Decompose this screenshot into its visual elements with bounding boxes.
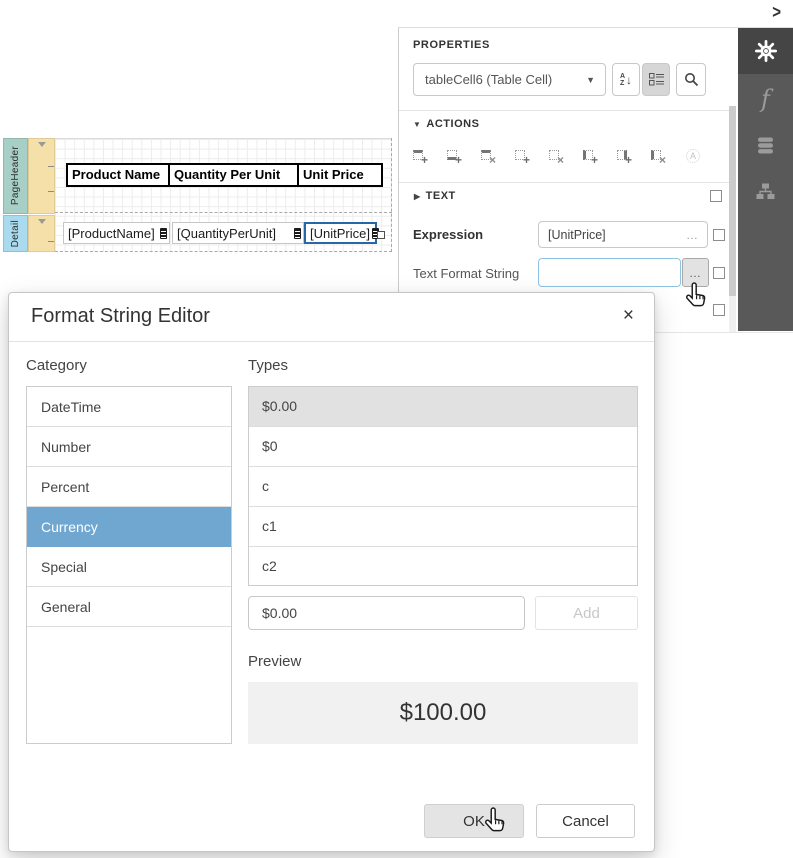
delete-column-icon[interactable] (650, 147, 666, 164)
tab-properties[interactable] (738, 28, 793, 74)
text-section-checkbox[interactable] (710, 190, 722, 202)
delete-row-icon[interactable] (480, 147, 496, 164)
scrollbar-thumb[interactable] (729, 106, 736, 296)
type-item[interactable]: $0 (249, 427, 637, 467)
category-view-icon (649, 73, 664, 86)
ellipsis-icon[interactable]: … (686, 228, 699, 242)
band-label: Detail (10, 220, 21, 247)
table-cell-productname[interactable]: [ProductName] (63, 222, 170, 244)
band-collapse-caret-icon[interactable] (38, 219, 46, 224)
table-actions-toolbar (412, 147, 700, 164)
dock-sidebar: f (738, 28, 793, 331)
tab-field-list[interactable] (738, 122, 793, 168)
property-checkbox[interactable] (713, 304, 725, 316)
category-item-special[interactable]: Special (27, 547, 231, 587)
close-icon[interactable]: × (623, 305, 634, 327)
table-cell-unitprice-selected[interactable]: [UnitPrice] (304, 222, 377, 244)
type-item-selected[interactable]: $0.00 (249, 387, 637, 427)
type-item[interactable]: c (249, 467, 637, 507)
preview-label: Preview (248, 653, 301, 670)
format-string-editor-dialog: Format String Editor × Category DateTime… (8, 292, 655, 852)
expression-label: Expression (413, 227, 483, 242)
table-cell-quantityperunit[interactable]: [QuantityPerUnit] (172, 222, 304, 244)
band-ruler-detail[interactable] (28, 215, 55, 252)
band-collapse-caret-icon[interactable] (38, 142, 46, 147)
delete-cell-icon[interactable] (548, 147, 564, 164)
search-icon (684, 72, 699, 87)
band-separator-dashed (55, 251, 392, 252)
function-icon: f (761, 85, 770, 113)
category-label: Category (26, 357, 87, 374)
control-selector-dropdown[interactable]: tableCell6 (Table Cell) ▼ (413, 63, 606, 96)
actions-section-header[interactable]: ▼ACTIONS (413, 118, 479, 130)
ok-button[interactable]: OK (424, 804, 524, 838)
insert-column-right-icon[interactable] (616, 147, 632, 164)
band-ruler-pageheader[interactable] (28, 138, 55, 214)
preview-value: $100.00 (248, 682, 638, 744)
expression-checkbox[interactable] (713, 229, 725, 241)
cancel-button[interactable]: Cancel (536, 804, 635, 838)
insert-row-above-icon[interactable] (412, 147, 428, 164)
text-section-header[interactable]: ▶TEXT (414, 190, 456, 202)
type-item[interactable]: c1 (249, 507, 637, 547)
panel-scrollbar[interactable] (729, 106, 736, 332)
chevron-down-icon: ▼ (586, 75, 595, 85)
types-list: $0.00 $0 c c1 c2 (248, 386, 638, 586)
insert-row-below-icon[interactable] (446, 147, 462, 164)
category-item-datetime[interactable]: DateTime (27, 387, 231, 427)
type-item[interactable]: c2 (249, 547, 637, 587)
format-string-label: Text Format String (413, 266, 519, 281)
category-item-number[interactable]: Number (27, 427, 231, 467)
panel-top-strip: > (398, 0, 793, 28)
data-field-icon (294, 228, 301, 239)
report-designer-screen: PageHeader Detail Product Name Quantity … (0, 0, 793, 858)
band-strip-pageheader[interactable]: PageHeader (3, 138, 28, 214)
band-strip-detail[interactable]: Detail (3, 215, 28, 252)
format-string-field[interactable] (538, 258, 681, 287)
category-view-button[interactable] (642, 63, 670, 96)
table-header-cell[interactable]: Quantity Per Unit (168, 163, 299, 187)
band-label: PageHeader (10, 146, 21, 205)
gear-icon (755, 40, 777, 62)
table-header-cell[interactable]: Product Name (66, 163, 170, 187)
category-item-general[interactable]: General (27, 587, 231, 627)
dialog-header: Format String Editor × (9, 293, 654, 342)
category-list: DateTime Number Percent Currency Special… (26, 386, 232, 744)
search-properties-button[interactable] (676, 63, 706, 96)
tab-report-explorer[interactable] (738, 168, 793, 214)
tree-structure-icon (756, 183, 775, 200)
properties-title: PROPERTIES (413, 39, 490, 51)
expression-field[interactable]: [UnitPrice] … (538, 221, 708, 248)
dialog-title: Format String Editor (31, 305, 210, 328)
triangle-right-icon: ▶ (414, 192, 421, 201)
database-icon (756, 136, 775, 155)
category-item-percent[interactable]: Percent (27, 467, 231, 507)
table-detail-row: [ProductName] [QuantityPerUnit] [UnitPri… (63, 222, 377, 244)
sort-az-icon: AZ↓ (620, 73, 632, 87)
table-header-cell[interactable]: Unit Price (297, 163, 383, 187)
data-field-icon (160, 228, 167, 239)
page-margin-dashed (391, 138, 392, 252)
types-label: Types (248, 357, 288, 374)
category-item-currency-selected[interactable]: Currency (27, 507, 231, 547)
selection-handle[interactable] (377, 231, 385, 239)
format-string-checkbox[interactable] (713, 267, 725, 279)
add-button[interactable]: Add (535, 596, 638, 630)
table-header-row: Product Name Quantity Per Unit Unit Pric… (66, 163, 383, 187)
format-string-ellipsis-button[interactable]: … (682, 258, 709, 287)
custom-format-input[interactable] (248, 596, 525, 630)
collapse-panel-icon[interactable]: > (772, 2, 781, 23)
triangle-down-icon: ▼ (413, 120, 421, 129)
format-appearance-icon (684, 147, 700, 164)
insert-column-left-icon[interactable] (582, 147, 598, 164)
tab-expressions[interactable]: f (738, 76, 793, 122)
insert-cell-icon[interactable] (514, 147, 530, 164)
sort-alphabetical-button[interactable]: AZ↓ (612, 63, 640, 96)
band-separator-dashed (55, 212, 392, 213)
